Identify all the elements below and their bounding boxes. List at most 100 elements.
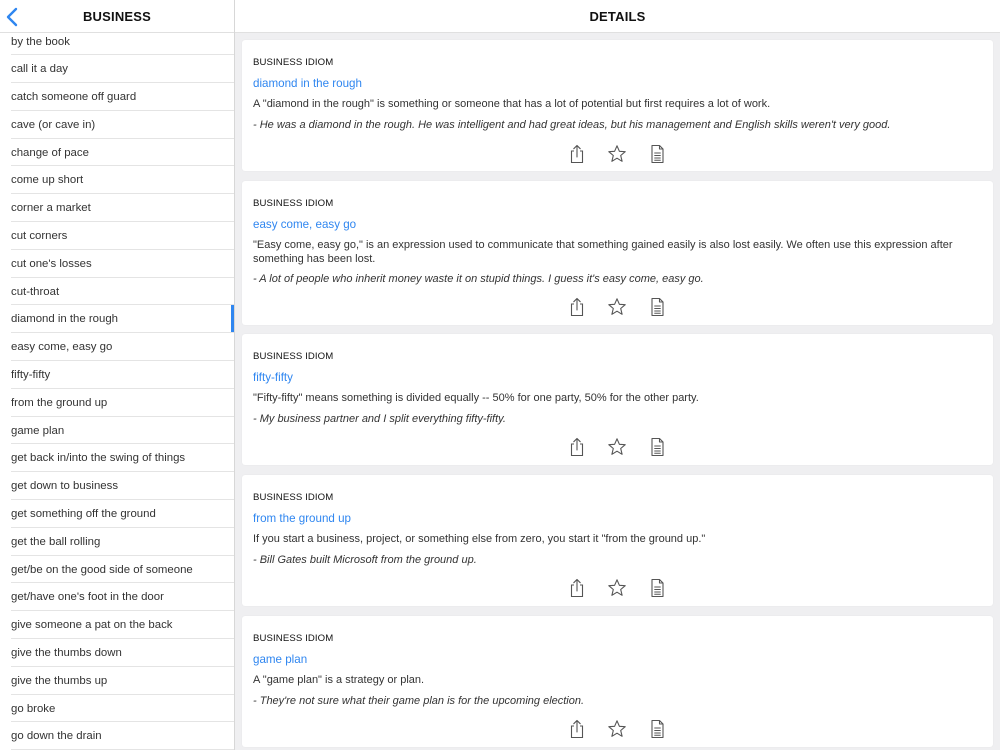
list-item[interactable]: cut-throat xyxy=(0,278,234,306)
list-item-label: go broke xyxy=(11,702,56,715)
card-actions xyxy=(242,296,993,318)
star-icon xyxy=(606,577,628,599)
list-item-label: fifty-fifty xyxy=(11,369,51,382)
list-item[interactable]: come up short xyxy=(0,166,234,195)
list-item[interactable]: fifty-fifty xyxy=(0,361,234,389)
sidebar-header: BUSINESS xyxy=(0,0,234,33)
details-header: DETAILS xyxy=(235,0,1000,33)
list-item-label: cut corners xyxy=(11,230,68,243)
card-actions xyxy=(242,436,993,458)
list-item-label: cut one's losses xyxy=(11,257,92,270)
sidebar-title: BUSINESS xyxy=(82,9,152,24)
list-item-label: by the book xyxy=(11,35,70,48)
star-icon xyxy=(606,143,628,165)
card-example: - A lot of people who inherit money wast… xyxy=(253,273,704,285)
list-item[interactable]: call it a day xyxy=(0,55,234,83)
list-item[interactable]: get the ball rolling xyxy=(0,528,234,556)
list-item-label: get the ball rolling xyxy=(11,535,101,548)
favorite-button[interactable] xyxy=(606,436,628,458)
note-button[interactable] xyxy=(646,143,668,165)
favorite-button[interactable] xyxy=(606,296,628,318)
list-item-label: come up short xyxy=(11,174,84,187)
list-item[interactable]: catch someone off guard xyxy=(0,83,234,111)
idiom-card: BUSINESS IDIOM fifty-fifty "Fifty-fifty"… xyxy=(242,334,993,465)
list-item[interactable]: easy come, easy go xyxy=(0,333,234,361)
card-definition: A "diamond in the rough" is something or… xyxy=(253,98,771,110)
list-item[interactable]: get/be on the good side of someone xyxy=(0,556,234,584)
list-item-label: give someone a pat on the back xyxy=(11,619,173,632)
card-category: BUSINESS IDIOM xyxy=(253,492,334,503)
share-icon xyxy=(566,436,588,458)
note-button[interactable] xyxy=(646,577,668,599)
favorite-button[interactable] xyxy=(606,143,628,165)
list-item-label: game plan xyxy=(11,424,65,437)
list-item[interactable]: get/have one's foot in the door xyxy=(0,583,234,612)
list-item-label: call it a day xyxy=(11,63,68,76)
share-button[interactable] xyxy=(566,577,588,599)
card-category: BUSINESS IDIOM xyxy=(253,633,334,644)
list-item[interactable]: give the thumbs down xyxy=(0,639,234,667)
share-button[interactable] xyxy=(566,143,588,165)
list-item[interactable]: give someone a pat on the back xyxy=(0,611,234,639)
document-icon xyxy=(646,143,668,165)
list-item[interactable]: diamond in the rough xyxy=(0,305,234,334)
list-item[interactable]: go down the drain xyxy=(0,722,234,750)
card-actions xyxy=(242,143,993,165)
list-item[interactable]: get down to business xyxy=(0,472,234,500)
card-definition: If you start a business, project, or som… xyxy=(253,533,706,545)
list-item-label: easy come, easy go xyxy=(11,341,113,354)
list-item-label: get/be on the good side of someone xyxy=(11,563,193,576)
note-button[interactable] xyxy=(646,436,668,458)
document-icon xyxy=(646,436,668,458)
card-category: BUSINESS IDIOM xyxy=(253,351,334,362)
details-panel: DETAILS BUSINESS IDIOM diamond in the ro… xyxy=(235,0,1000,750)
list-item-label: get something off the ground xyxy=(11,508,156,521)
list-item-label: go down the drain xyxy=(11,730,102,743)
star-icon xyxy=(606,718,628,740)
card-definition: "Easy come, easy go," is an expression u… xyxy=(253,239,953,265)
list-item-label: give the thumbs up xyxy=(11,674,108,687)
share-button[interactable] xyxy=(566,296,588,318)
star-icon xyxy=(606,296,628,318)
list-item[interactable]: go broke xyxy=(0,695,234,723)
note-button[interactable] xyxy=(646,718,668,740)
list-item[interactable]: corner a market xyxy=(0,194,234,222)
list-item-label: change of pace xyxy=(11,146,89,159)
favorite-button[interactable] xyxy=(606,718,628,740)
card-example: - My business partner and I split everyt… xyxy=(253,413,506,425)
list-item-label: catch someone off guard xyxy=(11,91,137,104)
card-example: - They're not sure what their game plan … xyxy=(253,695,585,707)
idiom-list: by the book call it a day catch someone of… xyxy=(0,28,234,750)
list-item[interactable]: give the thumbs up xyxy=(0,667,234,695)
share-button[interactable] xyxy=(566,436,588,458)
list-item-label: corner a market xyxy=(11,202,91,215)
list-item-label: cave (or cave in) xyxy=(11,118,96,131)
list-item[interactable]: game plan xyxy=(0,417,234,445)
idiom-card: BUSINESS IDIOM from the ground up If you… xyxy=(242,475,993,606)
idiom-card: BUSINESS IDIOM easy come, easy go "Easy … xyxy=(242,181,993,325)
document-icon xyxy=(646,718,668,740)
card-term: fifty-fifty xyxy=(253,371,293,384)
share-icon xyxy=(566,577,588,599)
list-item[interactable]: from the ground up xyxy=(0,389,234,417)
share-icon xyxy=(566,718,588,740)
card-category: BUSINESS IDIOM xyxy=(253,198,334,209)
list-item[interactable]: get back in/into the swing of things xyxy=(0,444,234,473)
list-item[interactable]: get something off the ground xyxy=(0,500,234,528)
card-term: game plan xyxy=(253,653,308,666)
list-item-label: give the thumbs down xyxy=(11,647,122,660)
list-item[interactable]: cut one's losses xyxy=(0,250,234,278)
sidebar: by the book call it a day catch someone of… xyxy=(0,0,234,750)
list-item-label: from the ground up xyxy=(11,396,108,409)
favorite-button[interactable] xyxy=(606,577,628,599)
card-definition: A "game plan" is a strategy or plan. xyxy=(253,674,425,686)
list-item-label: diamond in the rough xyxy=(11,313,119,326)
star-icon xyxy=(606,436,628,458)
note-button[interactable] xyxy=(646,296,668,318)
list-item[interactable]: cave (or cave in) xyxy=(0,111,234,139)
list-item[interactable]: cut corners xyxy=(0,222,234,250)
list-item[interactable]: change of pace xyxy=(0,139,234,167)
share-icon xyxy=(566,296,588,318)
share-button[interactable] xyxy=(566,718,588,740)
card-term: from the ground up xyxy=(253,512,351,525)
